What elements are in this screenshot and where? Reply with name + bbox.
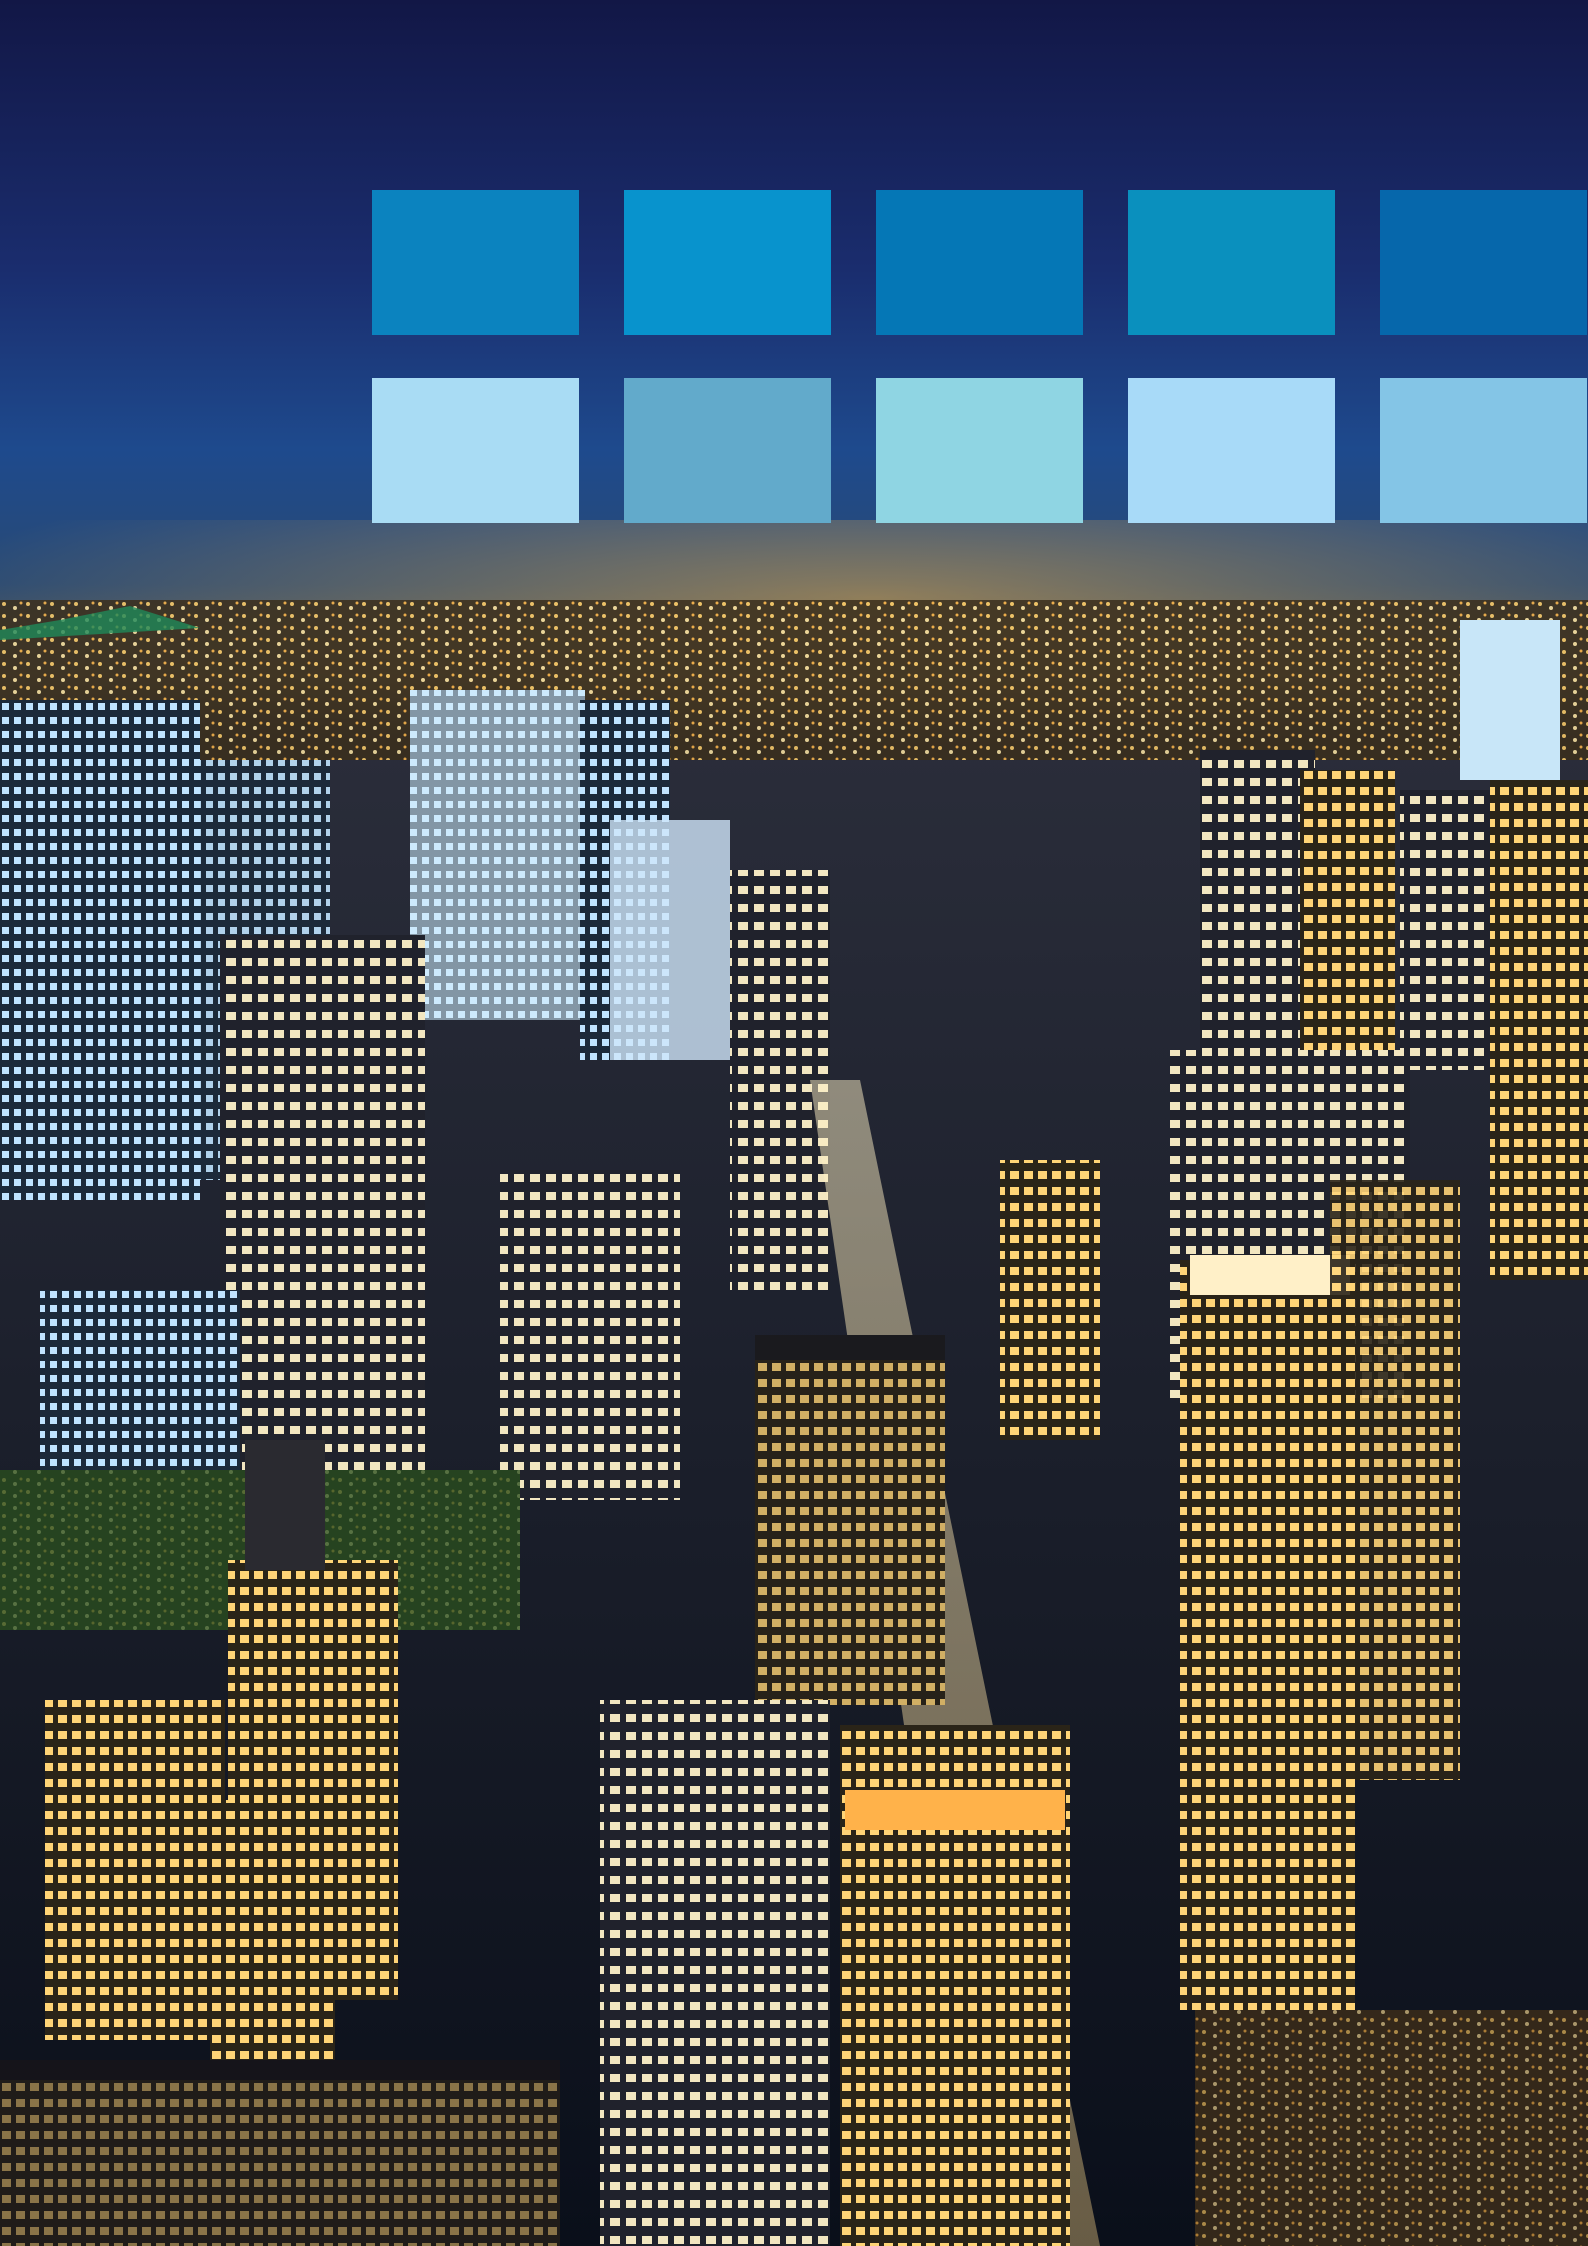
city-night-photo xyxy=(0,0,1588,2246)
city-skyline-image xyxy=(0,0,1588,2246)
